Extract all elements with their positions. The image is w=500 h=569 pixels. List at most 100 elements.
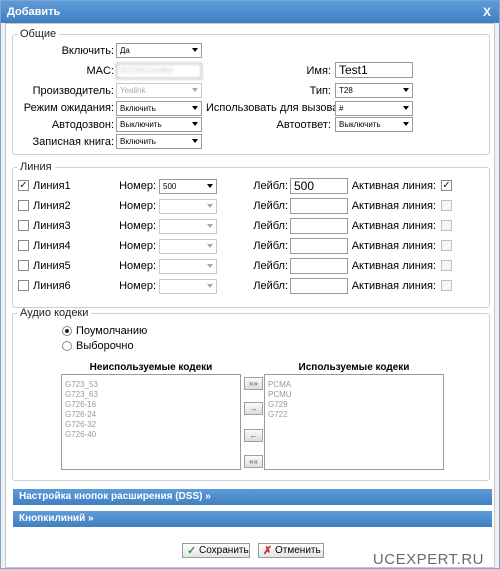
watermark: UCEXPERT.RU <box>372 551 484 568</box>
line-number-label: Номер: <box>119 200 156 212</box>
move-right-button[interactable]: → <box>244 402 263 415</box>
dss-section-toggle[interactable]: Настройка кнопок расширения (DSS) » <box>13 489 492 505</box>
line-label-input[interactable] <box>290 238 348 254</box>
codec-list-item[interactable]: G726-16 <box>65 400 237 410</box>
custom-codec-radio[interactable] <box>62 341 72 351</box>
line-number-select[interactable] <box>159 199 217 214</box>
autoanswer-label: Автоответ: <box>276 119 331 131</box>
codec-list-item[interactable]: G729 <box>268 400 440 410</box>
chevron-down-icon <box>207 244 213 248</box>
dialog-titlebar: Добавить X <box>1 1 499 23</box>
line-enable-checkbox[interactable] <box>18 260 29 271</box>
unused-codecs-items: G723_53 G723_63 G726-16 G726-24 G726-32 G726-… <box>65 380 237 440</box>
standby-select[interactable]: Включить <box>116 101 202 116</box>
line-active-checkbox[interactable]: ✓ <box>441 180 452 191</box>
standby-select-value: Включить <box>120 104 156 113</box>
phonebook-select-value: Включить <box>120 137 156 146</box>
line-active-checkbox[interactable] <box>441 200 452 211</box>
line-number-value: 500 <box>163 182 177 191</box>
chevron-down-icon <box>192 48 198 52</box>
line-number-label: Номер: <box>119 220 156 232</box>
codec-list-item[interactable]: G723_53 <box>65 380 237 390</box>
lines-legend: Линия <box>20 161 52 173</box>
line-active-checkbox[interactable] <box>441 240 452 251</box>
line-active-label: Активная линия: <box>351 180 436 192</box>
linekeys-section-toggle[interactable]: Кнопкилиний » <box>13 511 492 527</box>
chevron-down-icon <box>207 284 213 288</box>
line-number-select[interactable] <box>159 239 217 254</box>
custom-codec-label: Выборочно <box>76 340 134 352</box>
dialog-body: Общие Включить: Да MAC: 0015651a04b9 Имя… <box>5 23 495 568</box>
chevron-down-icon <box>207 224 213 228</box>
line-label-input[interactable]: 500 <box>290 178 348 194</box>
enable-select-value: Да <box>120 46 130 55</box>
used-codecs-list[interactable]: PCMA PCMU G729 G722 <box>264 374 444 470</box>
line-label-input[interactable] <box>290 278 348 294</box>
line-enable-checkbox[interactable] <box>18 280 29 291</box>
move-all-right-button[interactable]: »» <box>244 377 263 390</box>
line-name-label: Линия3 <box>33 220 71 232</box>
save-button[interactable]: ✓ Сохранить <box>182 543 250 558</box>
save-button-label: Сохранить <box>199 545 249 556</box>
type-select[interactable]: T28 <box>335 83 413 98</box>
line-number-select[interactable] <box>159 219 217 234</box>
codec-list-item[interactable]: G726-24 <box>65 410 237 420</box>
line-enable-checkbox[interactable] <box>18 220 29 231</box>
move-left-button[interactable]: ← <box>244 429 263 442</box>
name-input[interactable]: Test1 <box>335 62 413 78</box>
default-codec-radio[interactable] <box>62 326 72 336</box>
codec-list-item[interactable]: G726-40 <box>65 430 237 440</box>
unused-codecs-list[interactable]: G723_53 G723_63 G726-16 G726-24 G726-32 G726-… <box>61 374 241 470</box>
line-enable-checkbox[interactable]: ✓ <box>18 180 29 191</box>
codec-list-item[interactable]: G723_63 <box>65 390 237 400</box>
line-active-checkbox[interactable] <box>441 260 452 271</box>
chevron-down-icon <box>207 264 213 268</box>
line-active-label: Активная линия: <box>351 280 436 292</box>
unused-codecs-title: Неиспользуемые кодеки <box>89 362 213 373</box>
add-device-dialog: Добавить X Общие Включить: Да MAC: 00156… <box>0 0 500 569</box>
line-active-checkbox[interactable] <box>441 220 452 231</box>
default-codec-label: Поумолчанию <box>76 325 148 337</box>
line-name-label: Линия2 <box>33 200 71 212</box>
name-label: Имя: <box>306 65 331 77</box>
chevron-down-icon <box>207 184 213 188</box>
codec-list-item[interactable]: G722 <box>268 410 440 420</box>
mac-input[interactable]: 0015651a04b9 <box>116 63 202 79</box>
vendor-select[interactable]: Yealink <box>116 83 202 98</box>
line-active-label: Активная линия: <box>351 260 436 272</box>
type-select-value: T28 <box>339 86 353 95</box>
usecall-select-value: # <box>339 104 344 113</box>
line-label-label: Лейбл: <box>253 200 288 212</box>
codec-list-item[interactable]: PCMU <box>268 390 440 400</box>
line-label-label: Лейбл: <box>253 220 288 232</box>
line-number-select[interactable] <box>159 279 217 294</box>
line-number-select[interactable]: 500 <box>159 179 217 194</box>
line-number-select[interactable] <box>159 259 217 274</box>
phonebook-select[interactable]: Включить <box>116 134 202 149</box>
line-active-label: Активная линия: <box>351 220 436 232</box>
line-label-input[interactable] <box>290 198 348 214</box>
usecall-select[interactable]: # <box>335 101 413 116</box>
used-codecs-title: Используемые кодеки <box>298 362 410 373</box>
cancel-button[interactable]: ✗ Отменить <box>258 543 324 558</box>
line-active-checkbox[interactable] <box>441 280 452 291</box>
close-icon[interactable]: X <box>483 1 491 23</box>
line-label-input[interactable] <box>290 258 348 274</box>
line-number-label: Номер: <box>119 180 156 192</box>
autodial-select[interactable]: Выключить <box>116 117 202 132</box>
line-label-input[interactable] <box>290 218 348 234</box>
autoanswer-select[interactable]: Выключить <box>335 117 413 132</box>
vendor-label: Производитель: <box>32 85 114 97</box>
cross-icon: ✗ <box>263 545 273 557</box>
enable-select[interactable]: Да <box>116 43 202 58</box>
move-all-left-button[interactable]: «« <box>244 455 263 468</box>
codec-list-item[interactable]: PCMA <box>268 380 440 390</box>
line-number-label: Номер: <box>119 240 156 252</box>
line-label-label: Лейбл: <box>253 240 288 252</box>
codec-list-item[interactable]: G726-32 <box>65 420 237 430</box>
line-enable-checkbox[interactable] <box>18 200 29 211</box>
mac-label: MAC: <box>86 65 115 77</box>
used-codecs-items: PCMA PCMU G729 G722 <box>268 380 440 420</box>
line-enable-checkbox[interactable] <box>18 240 29 251</box>
line-label-label: Лейбл: <box>253 260 288 272</box>
